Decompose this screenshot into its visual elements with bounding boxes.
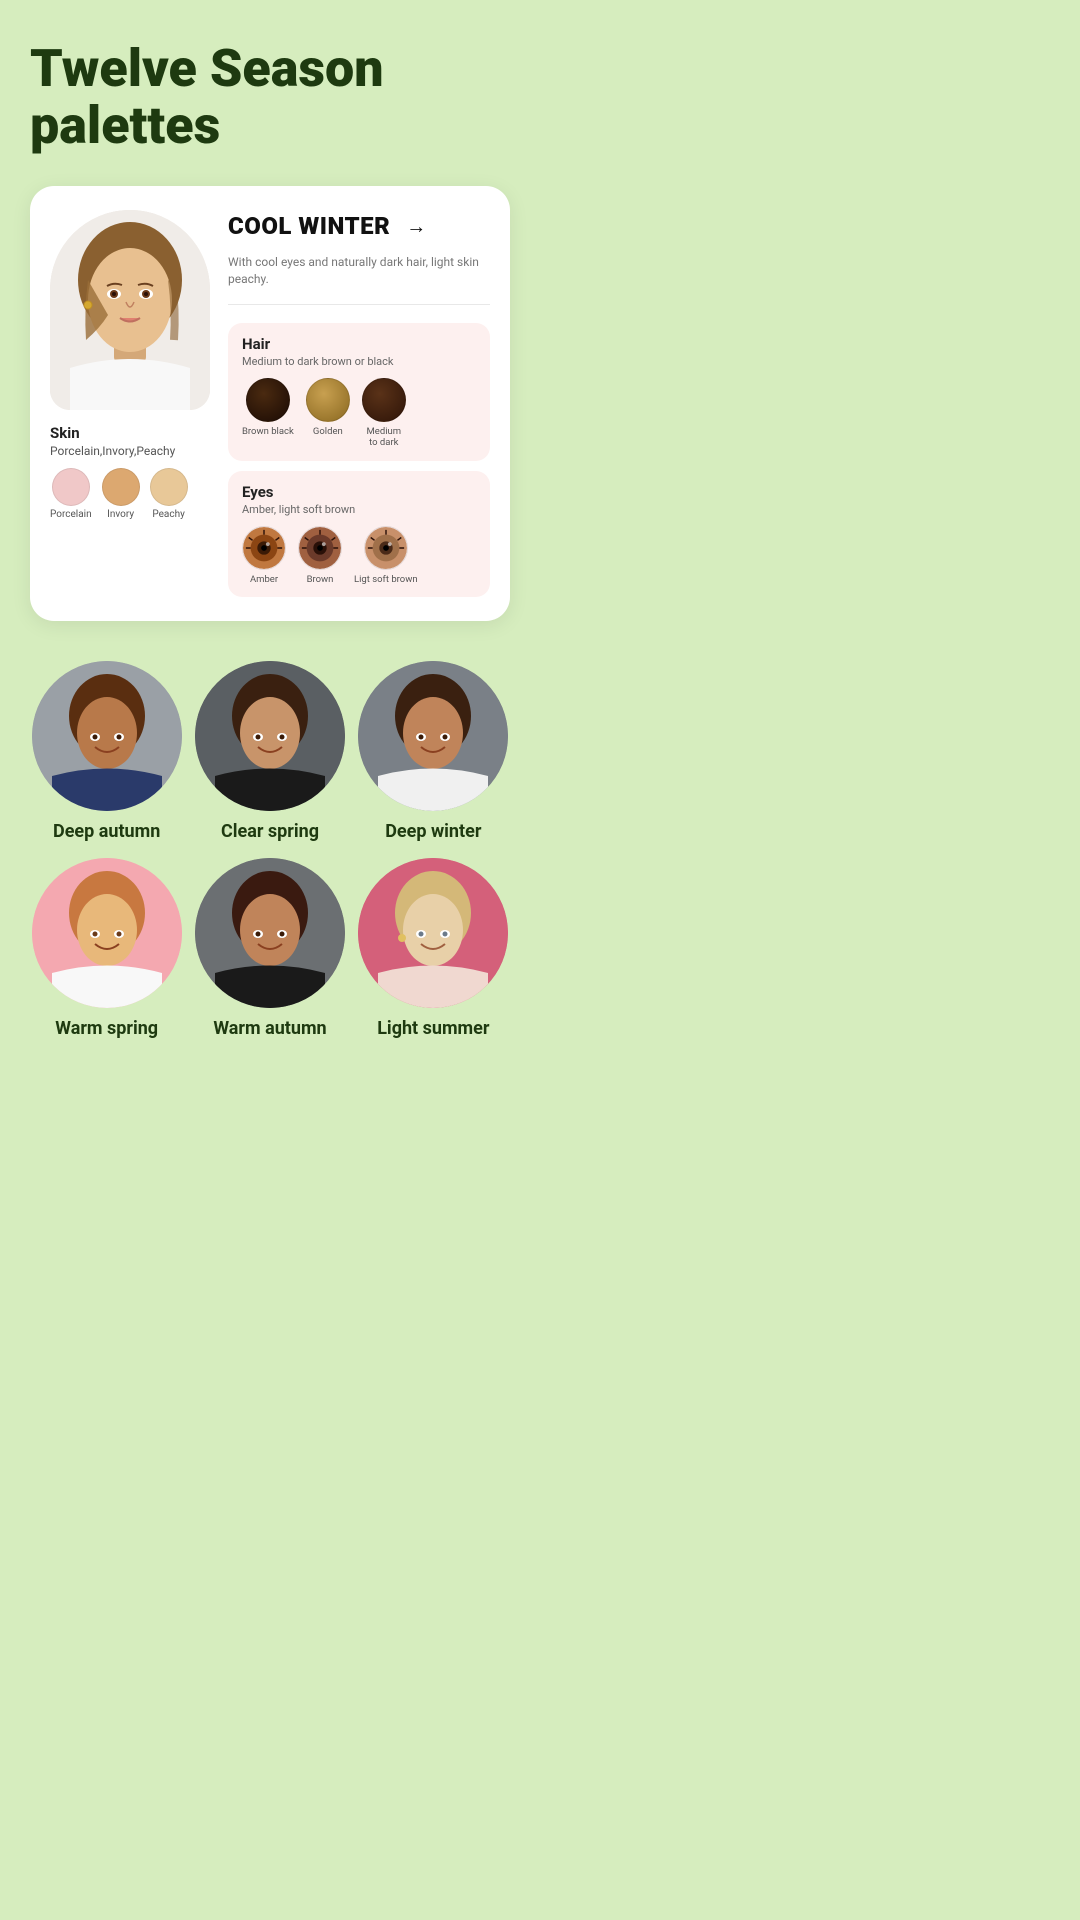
season-arrow-button[interactable]: →	[400, 210, 432, 242]
hair-swatch-mediumdark	[362, 378, 406, 422]
swatch-peachy	[150, 468, 188, 506]
page-title: Twelve Seasonpalettes	[30, 40, 510, 154]
season-name-deep-autumn: Deep autumn	[53, 821, 160, 842]
season-name-light-summer: Light summer	[377, 1018, 489, 1039]
season-item-deep-autumn[interactable]: Deep autumn	[30, 661, 183, 842]
season-item-light-summer[interactable]: Light summer	[357, 858, 510, 1039]
swatch-invory	[102, 468, 140, 506]
season-item-warm-spring[interactable]: Warm spring	[30, 858, 183, 1039]
eye-swatch-label-lightsoftbrown: Ligt soft brown	[354, 574, 418, 585]
eyes-attr-card: Eyes Amber, light soft brown	[228, 471, 490, 597]
season-avatar-light-summer	[358, 858, 508, 1008]
eye-swatch-label-amber: Amber	[250, 574, 278, 585]
swatch-item: Invory	[102, 468, 140, 520]
skin-sublabel: Porcelain,Invory,Peachy	[50, 444, 175, 458]
portrait-wrap	[50, 210, 210, 410]
skin-swatches: Porcelain Invory Peachy	[50, 468, 188, 520]
eye-swatch-item: Amber	[242, 526, 286, 585]
eyes-sublabel: Amber, light soft brown	[242, 503, 476, 516]
season-item-clear-spring[interactable]: Clear spring	[193, 661, 346, 842]
season-avatar-deep-autumn	[32, 661, 182, 811]
hair-swatch-label-brownblack: Brown black	[242, 426, 294, 437]
hair-swatch-golden	[306, 378, 350, 422]
season-avatar-warm-spring	[32, 858, 182, 1008]
hair-swatch-label-golden: Golden	[313, 426, 343, 437]
eyes-swatches: Amber	[242, 526, 476, 585]
eye-swatch-lightsoftbrown	[364, 526, 408, 570]
hair-swatch-brownblack	[246, 378, 290, 422]
swatch-label-invory: Invory	[107, 509, 134, 520]
swatch-label-porcelain: Porcelain	[50, 509, 92, 520]
season-name-clear-spring: Clear spring	[221, 821, 319, 842]
season-name-warm-autumn: Warm autumn	[213, 1018, 326, 1039]
season-avatar-deep-winter	[358, 661, 508, 811]
season-grid: Deep autumn Clear spring	[30, 661, 510, 1039]
season-title: COOL WINTER	[228, 212, 390, 240]
season-avatar-clear-spring	[195, 661, 345, 811]
season-name-deep-winter: Deep winter	[385, 821, 481, 842]
season-name-warm-spring: Warm spring	[55, 1018, 158, 1039]
season-card: Skin Porcelain,Invory,Peachy Porcelain I…	[30, 186, 510, 621]
hair-swatches: Brown black Golden Mediumto dark	[242, 378, 476, 449]
hair-label: Hair	[242, 335, 476, 353]
hair-attr-card: Hair Medium to dark brown or black Brown…	[228, 323, 490, 461]
season-description: With cool eyes and naturally dark hair, …	[228, 254, 490, 288]
eye-swatch-item: Ligt soft brown	[354, 526, 418, 585]
hair-swatch-item: Brown black	[242, 378, 294, 449]
eyes-label: Eyes	[242, 483, 476, 501]
eye-swatch-amber	[242, 526, 286, 570]
swatch-item: Porcelain	[50, 468, 92, 520]
season-item-deep-winter[interactable]: Deep winter	[357, 661, 510, 842]
card-left: Skin Porcelain,Invory,Peachy Porcelain I…	[50, 210, 210, 597]
hair-swatch-item: Golden	[306, 378, 350, 449]
eye-swatch-item: Brown	[298, 526, 342, 585]
season-header: COOL WINTER →	[228, 210, 490, 242]
swatch-porcelain	[52, 468, 90, 506]
swatch-label-peachy: Peachy	[152, 509, 184, 520]
season-item-warm-autumn[interactable]: Warm autumn	[193, 858, 346, 1039]
hair-sublabel: Medium to dark brown or black	[242, 355, 476, 368]
season-avatar-warm-autumn	[195, 858, 345, 1008]
eye-swatch-label-brown: Brown	[307, 574, 334, 585]
swatch-item: Peachy	[150, 468, 188, 520]
card-right: COOL WINTER → With cool eyes and natural…	[228, 210, 490, 597]
hair-swatch-label-mediumdark: Mediumto dark	[367, 426, 402, 449]
eye-swatch-brown	[298, 526, 342, 570]
skin-label: Skin	[50, 424, 80, 442]
hair-swatch-item: Mediumto dark	[362, 378, 406, 449]
divider	[228, 304, 490, 305]
